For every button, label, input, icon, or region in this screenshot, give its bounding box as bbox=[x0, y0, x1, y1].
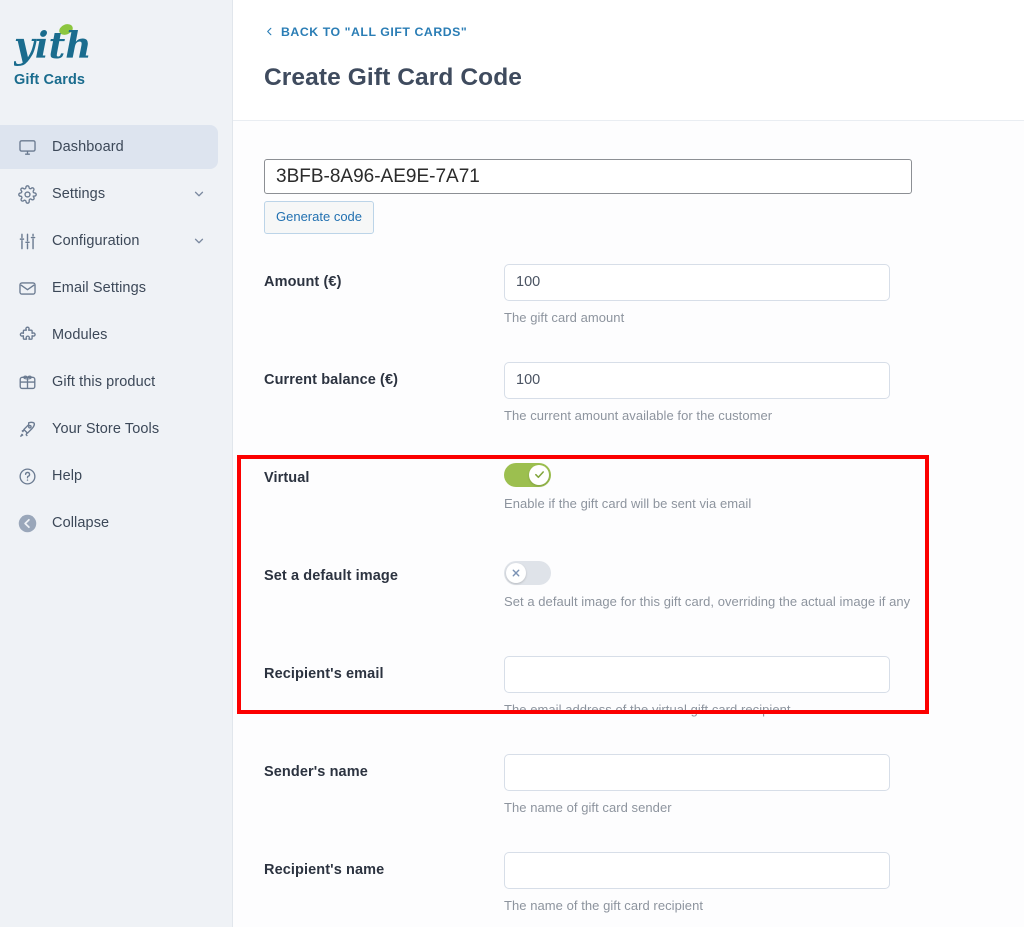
gift-card-code-input[interactable] bbox=[264, 159, 912, 194]
page-header: BACK TO "ALL GIFT CARDS" Create Gift Car… bbox=[233, 0, 1024, 121]
field-row-sender-name: Sender's name The name of gift card send… bbox=[264, 724, 1024, 822]
sidebar-item-gift-this-product[interactable]: Gift this product bbox=[0, 360, 232, 404]
sidebar-item-your-store-tools[interactable]: Your Store Tools bbox=[0, 407, 232, 451]
field-help-text: Enable if the gift card will be sent via… bbox=[504, 495, 752, 511]
arrow-left-circle-icon bbox=[14, 510, 40, 536]
yith-logo-icon: yith bbox=[13, 24, 91, 67]
sidebar-item-label: Your Store Tools bbox=[52, 421, 160, 437]
sender-name-input[interactable] bbox=[504, 753, 890, 791]
sidebar-item-label: Gift this product bbox=[52, 374, 156, 390]
field-label: Recipient's email bbox=[264, 665, 384, 682]
recipient-email-input[interactable] bbox=[504, 655, 890, 693]
sidebar-item-label: Configuration bbox=[52, 233, 140, 249]
form-content: Generate code Amount (€) The gift card a… bbox=[233, 121, 1024, 920]
field-help-text: The gift card amount bbox=[504, 309, 625, 325]
toggle-knob bbox=[506, 562, 526, 583]
envelope-icon bbox=[14, 275, 40, 301]
sidebar: yith Gift Cards Dashboard Settings Confi… bbox=[0, 0, 233, 927]
field-help-text: The name of gift card sender bbox=[504, 799, 672, 815]
field-help-text: The email address of the virtual gift ca… bbox=[504, 701, 791, 717]
main-content: BACK TO "ALL GIFT CARDS" Create Gift Car… bbox=[233, 0, 1024, 927]
sidebar-item-label: Settings bbox=[52, 186, 106, 202]
chevron-down-icon[interactable] bbox=[192, 187, 206, 201]
field-control: Set a default image for this gift card, … bbox=[504, 558, 1024, 609]
brand-subtitle: Gift Cards bbox=[14, 72, 86, 88]
field-label: Amount (€) bbox=[264, 273, 342, 290]
sidebar-item-collapse[interactable]: Collapse bbox=[0, 501, 232, 545]
field-label: Sender's name bbox=[264, 763, 368, 780]
back-link-label: BACK TO "ALL GIFT CARDS" bbox=[281, 24, 468, 39]
current-balance-input[interactable] bbox=[504, 361, 890, 399]
sidebar-nav: Dashboard Settings Configuration Email S… bbox=[0, 125, 232, 545]
page-title: Create Gift Card Code bbox=[264, 64, 523, 91]
sidebar-item-label: Dashboard bbox=[52, 139, 124, 155]
question-circle-icon bbox=[14, 463, 40, 489]
field-row-recipient-name: Recipient's name The name of the gift ca… bbox=[264, 822, 1024, 920]
sidebar-item-modules[interactable]: Modules bbox=[0, 313, 232, 357]
field-label: Virtual bbox=[264, 469, 310, 486]
field-row-set-default-image: Set a default image Set a default image … bbox=[264, 528, 1024, 626]
yith-logo: yith bbox=[13, 22, 104, 67]
field-control: The current amount available for the cus… bbox=[504, 361, 1024, 423]
field-row-current-balance: Current balance (€) The current amount a… bbox=[264, 332, 1024, 430]
field-help-text: The current amount available for the cus… bbox=[504, 407, 773, 423]
field-label: Current balance (€) bbox=[264, 371, 399, 388]
field-help-text: The name of the gift card recipient bbox=[504, 897, 704, 913]
brand-header: yith Gift Cards bbox=[0, 0, 232, 125]
sidebar-item-label: Help bbox=[52, 468, 83, 484]
amount-input[interactable] bbox=[504, 263, 890, 301]
field-control: The name of gift card sender bbox=[504, 753, 1024, 815]
sidebar-item-configuration[interactable]: Configuration bbox=[0, 219, 232, 263]
monitor-icon bbox=[14, 134, 40, 160]
gear-icon bbox=[14, 181, 40, 207]
set-default-image-toggle[interactable] bbox=[504, 560, 551, 585]
puzzle-icon bbox=[14, 322, 40, 348]
field-help-text: Set a default image for this gift card, … bbox=[504, 593, 911, 609]
sidebar-item-label: Collapse bbox=[52, 515, 110, 531]
field-label: Recipient's name bbox=[264, 861, 385, 878]
virtual-toggle[interactable] bbox=[504, 462, 551, 487]
chevron-left-icon bbox=[264, 26, 275, 37]
sidebar-item-label: Email Settings bbox=[52, 280, 147, 296]
rocket-icon bbox=[14, 416, 40, 442]
field-row-virtual: Virtual Enable if the gift card will be … bbox=[264, 430, 1024, 528]
back-to-all-gift-cards-link[interactable]: BACK TO "ALL GIFT CARDS" bbox=[264, 25, 467, 39]
field-control: Enable if the gift card will be sent via… bbox=[504, 460, 1024, 511]
sidebar-item-settings[interactable]: Settings bbox=[0, 172, 232, 216]
toggle-knob bbox=[529, 464, 549, 485]
recipient-name-input[interactable] bbox=[504, 851, 890, 889]
sidebar-item-label: Modules bbox=[52, 327, 108, 343]
field-control: The gift card amount bbox=[504, 263, 1024, 325]
field-row-amount: Amount (€) The gift card amount bbox=[264, 234, 1024, 332]
sidebar-item-email-settings[interactable]: Email Settings bbox=[0, 266, 232, 310]
sidebar-item-dashboard[interactable]: Dashboard bbox=[0, 125, 218, 169]
check-icon bbox=[534, 471, 544, 479]
field-control: The name of the gift card recipient bbox=[504, 851, 1024, 913]
field-label: Set a default image bbox=[264, 567, 399, 584]
app-root: yith Gift Cards Dashboard Settings Confi… bbox=[0, 0, 1024, 927]
chevron-down-icon[interactable] bbox=[192, 234, 206, 248]
field-row-recipient-email: Recipient's email The email address of t… bbox=[264, 626, 1024, 724]
gift-icon bbox=[14, 369, 40, 395]
close-icon bbox=[512, 569, 520, 576]
generate-code-button[interactable]: Generate code bbox=[264, 201, 375, 234]
sliders-icon bbox=[14, 228, 40, 254]
svg-text:yith: yith bbox=[14, 25, 91, 67]
field-control: The email address of the virtual gift ca… bbox=[504, 655, 1024, 717]
sidebar-item-help[interactable]: Help bbox=[0, 454, 232, 498]
